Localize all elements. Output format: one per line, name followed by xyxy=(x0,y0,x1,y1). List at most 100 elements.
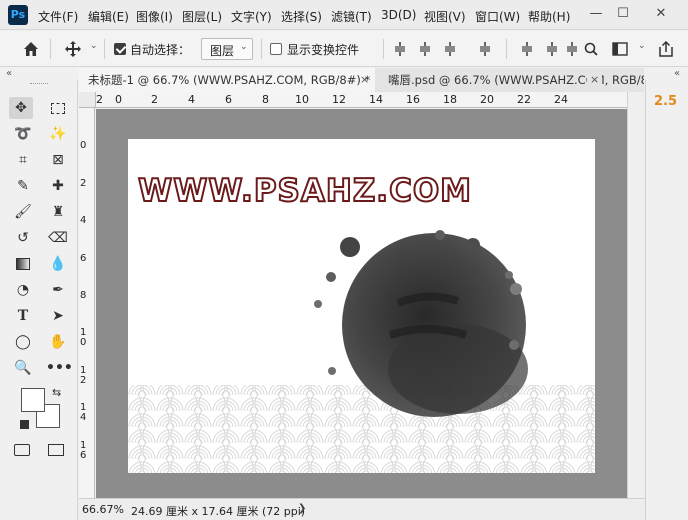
menu-help[interactable]: 帮助(H) xyxy=(528,8,570,25)
ruler-label: 24 xyxy=(554,93,568,106)
align-right-icon[interactable] xyxy=(443,42,457,56)
horizontal-ruler[interactable]: 2 0 2 4 6 8 10 12 14 16 18 20 22 24 xyxy=(79,92,627,108)
document-canvas[interactable]: WWW.PSAHZ.COM xyxy=(128,139,595,473)
ruler-label: 1 4 xyxy=(80,402,87,423)
chevron-down-icon[interactable]: ⌄ xyxy=(638,41,646,51)
menu-edit[interactable]: 编辑(E) xyxy=(88,8,129,25)
blur-tool-icon[interactable]: 💧 xyxy=(46,253,70,275)
ruler-label: 16 xyxy=(406,93,420,106)
ruler-label: 8 xyxy=(80,290,87,301)
clone-stamp-icon[interactable]: ♜ xyxy=(46,201,70,223)
align-middle-icon[interactable] xyxy=(545,42,559,56)
menu-select[interactable]: 选择(S) xyxy=(281,8,322,25)
search-icon[interactable] xyxy=(584,42,598,56)
options-bar: ⌄ 自动选择： 图层 ⌄ 显示变换控件 ⌄ xyxy=(0,31,688,67)
lasso-tool-icon[interactable]: ➰ xyxy=(11,123,35,145)
ruler-label: 2 xyxy=(80,178,87,189)
quick-mask-icon[interactable] xyxy=(14,444,30,456)
align-left-icon[interactable] xyxy=(393,42,407,56)
align-center-icon[interactable] xyxy=(418,42,432,56)
ruler-label: 0 xyxy=(80,140,87,151)
healing-brush-icon[interactable]: ✚ xyxy=(46,175,70,197)
default-colors-icon[interactable] xyxy=(20,420,29,429)
collapse-left-icon[interactable]: « xyxy=(6,68,12,79)
show-transform-checkbox[interactable] xyxy=(270,43,282,55)
menu-window[interactable]: 窗口(W) xyxy=(475,8,520,25)
minimize-button[interactable]: — xyxy=(585,4,607,24)
move-icon[interactable] xyxy=(64,40,82,58)
menu-type[interactable]: 文字(Y) xyxy=(231,8,272,25)
screen-mode-icon[interactable] xyxy=(48,444,64,456)
ruler-label: 14 xyxy=(369,93,383,106)
tab-close-icon[interactable]: × xyxy=(360,68,369,92)
status-bar: 66.67% 24.69 厘米 x 17.64 厘米 (72 ppi) ❯ xyxy=(79,498,645,520)
more-tools-icon[interactable]: ••• xyxy=(46,357,73,379)
history-brush-icon[interactable]: ↺ xyxy=(11,227,35,249)
brush-tool-icon[interactable]: 🖌 xyxy=(11,201,35,223)
menu-3d[interactable]: 3D(D) xyxy=(381,8,416,22)
magic-wand-icon[interactable]: ✨ xyxy=(46,123,70,145)
pen-tool-icon[interactable]: ✒ xyxy=(46,279,70,301)
share-icon[interactable] xyxy=(658,41,674,57)
auto-select-label: 自动选择： xyxy=(130,43,191,57)
maximize-button[interactable]: ☐ xyxy=(612,4,634,24)
ruler-label: 1 6 xyxy=(80,440,87,461)
align-top-icon[interactable] xyxy=(520,42,534,56)
layer-select-value: 图层 xyxy=(210,44,235,58)
marquee-tool-icon[interactable] xyxy=(46,97,70,119)
ruler-label: 2 xyxy=(151,93,158,106)
ruler-origin[interactable] xyxy=(79,92,96,108)
watermark-text: WWW.PSAHZ.COM xyxy=(137,172,473,210)
gradient-tool-icon[interactable] xyxy=(11,253,35,275)
type-tool-icon[interactable]: T xyxy=(11,305,35,327)
auto-select-checkbox[interactable] xyxy=(114,43,126,55)
right-panel xyxy=(645,80,688,520)
vertical-ruler[interactable]: 0 2 4 6 8 1 0 1 2 1 4 1 6 xyxy=(79,108,95,498)
layer-select[interactable]: 图层 ⌄ xyxy=(201,38,253,60)
ruler-label: 12 xyxy=(332,93,346,106)
home-icon[interactable] xyxy=(22,40,40,58)
ruler-label: 22 xyxy=(517,93,531,106)
path-selection-icon[interactable]: ➤ xyxy=(46,305,70,327)
hand-tool-icon[interactable]: ✋ xyxy=(46,331,70,353)
ruler-label: 10 xyxy=(295,93,309,106)
toolbox-grip[interactable] xyxy=(30,83,48,85)
show-transform-label: 显示变换控件 xyxy=(287,43,360,57)
ruler-label: 8 xyxy=(262,93,269,106)
tab-close-icon[interactable]: × xyxy=(587,68,603,92)
vertical-scrollbar[interactable] xyxy=(627,92,644,498)
swap-colors-icon[interactable]: ⇆ xyxy=(52,386,61,399)
chevron-right-icon[interactable]: ❯ xyxy=(298,503,306,514)
menu-view[interactable]: 视图(V) xyxy=(424,8,466,25)
ellipse-tool-icon[interactable]: ◯ xyxy=(11,331,35,353)
align-bottom-icon[interactable] xyxy=(565,42,579,56)
eraser-tool-icon[interactable]: ⌫ xyxy=(46,227,70,249)
separator xyxy=(383,39,384,59)
collapse-right-icon[interactable]: « xyxy=(674,68,680,79)
dodge-tool-icon[interactable]: ◔ xyxy=(11,279,35,301)
menu-filter[interactable]: 滤镜(T) xyxy=(331,8,372,25)
ruler-label: 2 xyxy=(96,93,103,106)
menu-file[interactable]: 文件(F) xyxy=(38,8,78,25)
chevron-down-icon[interactable]: ⌄ xyxy=(90,41,98,51)
menu-image[interactable]: 图像(I) xyxy=(136,8,173,25)
menu-layer[interactable]: 图层(L) xyxy=(182,8,222,25)
separator xyxy=(261,39,262,59)
ruler-label: 18 xyxy=(443,93,457,106)
menu-bar: Ps 文件(F) 编辑(E) 图像(I) 图层(L) 文字(Y) 选择(S) 滤… xyxy=(0,0,688,30)
frame-tool-icon[interactable]: ⊠ xyxy=(46,149,70,171)
zoom-tool-icon[interactable]: 🔍 xyxy=(11,357,35,379)
foreground-color-swatch[interactable] xyxy=(21,388,45,412)
move-tool-icon[interactable]: ✥ xyxy=(9,97,33,119)
eyedropper-icon[interactable]: ✎ xyxy=(11,175,35,197)
tab-untitled-1[interactable]: 未标题-1 @ 66.7% (WWW.PSAHZ.COM, RGB/8#) * xyxy=(79,68,375,92)
ruler-label: 1 2 xyxy=(80,365,87,386)
ruler-label: 6 xyxy=(225,93,232,106)
zoom-level[interactable]: 66.67% xyxy=(82,503,124,516)
separator xyxy=(50,39,51,59)
close-button[interactable]: ✕ xyxy=(650,4,672,24)
crop-tool-icon[interactable]: ⌗ xyxy=(11,149,35,171)
distribute-icon[interactable] xyxy=(478,42,492,56)
workspace-icon[interactable] xyxy=(612,42,628,56)
tab-lips-psd[interactable]: 嘴唇.psd @ 66.7% (WWW.PSAHZ.COM, RGB/8#) xyxy=(376,68,644,92)
